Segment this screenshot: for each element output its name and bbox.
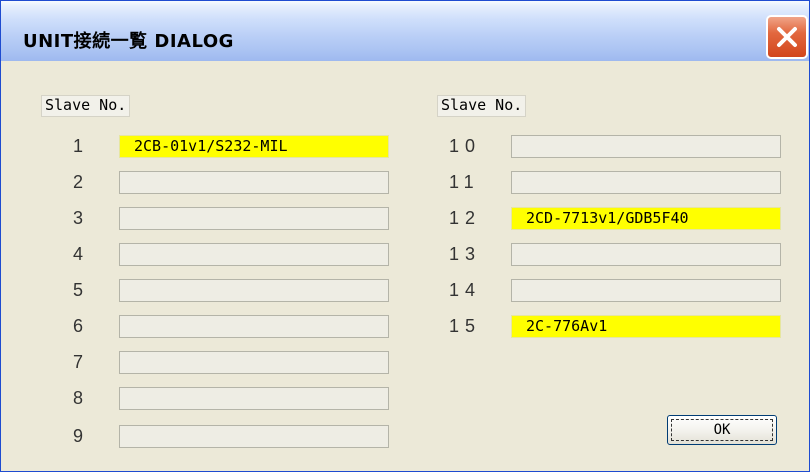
slave-number-label: 12 xyxy=(449,208,482,228)
slave-2-field[interactable] xyxy=(119,171,389,194)
slave-number-label: 7 xyxy=(73,352,90,372)
slave-number-label: 13 xyxy=(449,244,482,264)
slave-no-header-right: Slave No. xyxy=(437,95,527,117)
slave-number-label: 10 xyxy=(449,136,482,156)
window-title: UNIT接続一覧 DIALOG xyxy=(23,31,234,52)
slave-number-label: 14 xyxy=(449,280,482,300)
close-icon xyxy=(777,27,797,47)
slave-5-field[interactable] xyxy=(119,279,389,302)
slave-12-field[interactable]: 2CD-7713v1/GDB5F40 xyxy=(511,207,781,230)
slave-10-field[interactable] xyxy=(511,135,781,158)
close-button[interactable] xyxy=(766,15,808,59)
slave-13-field[interactable] xyxy=(511,243,781,266)
slave-9-field[interactable] xyxy=(119,425,389,448)
slave-11-field[interactable] xyxy=(511,171,781,194)
ok-button[interactable]: OK xyxy=(667,415,777,445)
dialog-client-area: Slave No. Slave No. 1 2CB-01v1/S232-MIL … xyxy=(1,61,809,471)
slave-8-field[interactable] xyxy=(119,387,389,410)
slave-3-field[interactable] xyxy=(119,207,389,230)
slave-no-header-left: Slave No. xyxy=(41,95,131,117)
slave-1-field[interactable]: 2CB-01v1/S232-MIL xyxy=(119,135,389,158)
slave-number-label: 1 xyxy=(73,136,90,156)
slave-14-field[interactable] xyxy=(511,279,781,302)
slave-4-field[interactable] xyxy=(119,243,389,266)
slave-15-field[interactable]: 2C-776Av1 xyxy=(511,315,781,338)
slave-number-label: 3 xyxy=(73,208,90,228)
slave-number-label: 11 xyxy=(449,172,480,192)
dialog-window: UNIT接続一覧 DIALOG Slave No. Slave No. 1 2C… xyxy=(0,0,810,472)
slave-number-label: 9 xyxy=(73,426,90,446)
slave-number-label: 6 xyxy=(73,316,90,336)
title-bar[interactable]: UNIT接続一覧 DIALOG xyxy=(1,1,809,61)
slave-number-label: 15 xyxy=(449,316,482,336)
slave-number-label: 5 xyxy=(73,280,90,300)
slave-number-label: 4 xyxy=(73,244,90,264)
slave-7-field[interactable] xyxy=(119,351,389,374)
slave-number-label: 2 xyxy=(73,172,90,192)
slave-6-field[interactable] xyxy=(119,315,389,338)
slave-number-label: 8 xyxy=(73,388,90,408)
